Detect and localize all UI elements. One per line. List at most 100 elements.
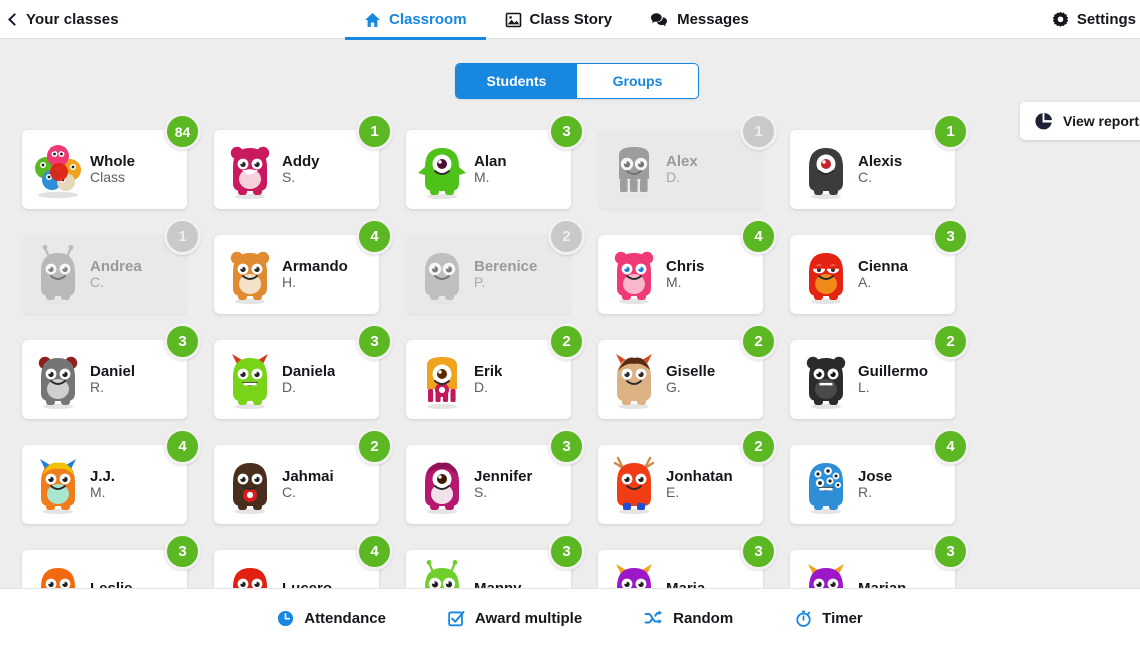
monster-grey-tall-icon	[604, 136, 664, 204]
nav-tabs: Classroom Class Story Messages	[345, 0, 768, 40]
points-badge[interactable]: 1	[164, 218, 201, 255]
points-badge[interactable]: 2	[740, 428, 777, 465]
monster-green-cyclops-icon	[412, 136, 472, 204]
student-last-initial: S.	[474, 484, 488, 501]
student-card[interactable]: Chris M.	[598, 235, 763, 314]
student-last-initial: S.	[282, 169, 296, 186]
student-first-name: Alan	[474, 153, 507, 170]
points-badge[interactable]: 84	[164, 113, 201, 150]
student-card[interactable]: Alexis C.	[790, 130, 955, 209]
whole-class-card[interactable]: Whole Class	[22, 130, 187, 209]
points-badge[interactable]: 2	[548, 323, 585, 360]
student-card-wrapper: Leslie 3	[22, 533, 214, 588]
student-card[interactable]: Addy S.	[214, 130, 379, 209]
settings-button[interactable]: Settings	[1033, 0, 1136, 39]
student-first-name: Maria	[666, 581, 705, 588]
random-button[interactable]: Random	[644, 610, 733, 627]
student-card[interactable]: Marian	[790, 550, 955, 588]
student-grid-scroll-area[interactable]: Whole Class 84 Addy S. 1 Alan M. 3 Alex D. 1 Alexis C…	[0, 101, 1140, 588]
points-badge[interactable]: 3	[548, 428, 585, 465]
student-last-initial: D.	[282, 379, 296, 396]
student-card-wrapper: Erik D. 2	[406, 323, 598, 428]
points-badge[interactable]: 4	[356, 218, 393, 255]
student-card[interactable]: Armando H.	[214, 235, 379, 314]
monster-tan-horns-icon	[604, 346, 664, 414]
points-badge[interactable]: 2	[740, 323, 777, 360]
tab-class-story[interactable]: Class Story	[486, 0, 632, 39]
student-card[interactable]: Daniela D.	[214, 340, 379, 419]
student-card[interactable]: Leslie	[22, 550, 187, 588]
student-card[interactable]: Jennifer S.	[406, 445, 571, 524]
student-card[interactable]: Guillermo L.	[790, 340, 955, 419]
student-last-initial: L.	[858, 379, 870, 396]
student-name: Alex D.	[666, 154, 698, 185]
student-card[interactable]: Maria	[598, 550, 763, 588]
points-badge[interactable]: 3	[932, 218, 969, 255]
points-badge[interactable]: 1	[932, 113, 969, 150]
points-badge[interactable]: 1	[740, 113, 777, 150]
segment-students[interactable]: Students	[456, 64, 577, 98]
student-card[interactable]: Cienna A.	[790, 235, 955, 314]
student-name: Jonhatan E.	[666, 469, 733, 500]
student-card-wrapper: Addy S. 1	[214, 113, 406, 218]
tab-classroom[interactable]: Classroom	[345, 0, 486, 40]
student-card-wrapper: Jonhatan E. 2	[598, 428, 790, 533]
points-badge[interactable]: 2	[932, 323, 969, 360]
points-badge[interactable]: 3	[740, 533, 777, 570]
tab-messages[interactable]: Messages	[631, 0, 768, 39]
student-last-initial: P.	[474, 274, 486, 291]
monster-pink-icon	[220, 136, 280, 204]
student-card[interactable]: Erik D.	[406, 340, 571, 419]
points-badge[interactable]: 3	[164, 533, 201, 570]
points-badge[interactable]: 3	[356, 323, 393, 360]
points-badge[interactable]: 2	[548, 218, 585, 255]
student-card[interactable]: J.J. M.	[22, 445, 187, 524]
student-card[interactable]: Lucero	[214, 550, 379, 588]
points-badge[interactable]: 1	[356, 113, 393, 150]
student-card[interactable]: Daniel R.	[22, 340, 187, 419]
monster-orange-tiger-icon	[220, 241, 280, 309]
tab-messages-label: Messages	[677, 11, 749, 28]
student-card-wrapper: Whole Class 84	[22, 113, 214, 218]
monster-pink-bear-icon	[604, 241, 664, 309]
monster-magenta-cyclops-icon	[412, 451, 472, 519]
monster-dark-cyclops-icon	[796, 136, 856, 204]
points-badge[interactable]: 2	[356, 428, 393, 465]
back-to-your-classes[interactable]: Your classes	[8, 11, 119, 28]
monster-grey-antenna-icon	[28, 241, 88, 309]
monster-black-bear-icon	[796, 346, 856, 414]
student-card-wrapper: Marian 3	[790, 533, 982, 588]
photo-icon	[505, 12, 522, 28]
students-groups-toggle: Students Groups	[455, 63, 699, 99]
student-card[interactable]: Jonhatan E.	[598, 445, 763, 524]
points-badge[interactable]: 3	[164, 323, 201, 360]
student-card[interactable]: Andrea C.	[22, 235, 187, 314]
points-badge[interactable]: 3	[548, 113, 585, 150]
student-card[interactable]: Alan M.	[406, 130, 571, 209]
student-card[interactable]: Jahmai C.	[214, 445, 379, 524]
student-card-wrapper: Berenice P. 2	[406, 218, 598, 323]
student-card[interactable]: Alex D.	[598, 130, 763, 209]
points-badge[interactable]: 4	[356, 533, 393, 570]
shuffle-icon	[644, 610, 663, 627]
student-card[interactable]: Berenice P.	[406, 235, 571, 314]
points-badge[interactable]: 3	[932, 533, 969, 570]
student-card-wrapper: Daniela D. 3	[214, 323, 406, 428]
timer-button[interactable]: Timer	[795, 610, 863, 627]
student-last-initial: C.	[858, 169, 872, 186]
student-card[interactable]: Jose R.	[790, 445, 955, 524]
student-name: Guillermo L.	[858, 364, 928, 395]
student-card[interactable]: Giselle G.	[598, 340, 763, 419]
points-badge[interactable]: 3	[548, 533, 585, 570]
student-card[interactable]: Manny	[406, 550, 571, 588]
student-name: Erik D.	[474, 364, 502, 395]
chat-icon	[650, 12, 669, 28]
points-badge[interactable]: 4	[932, 428, 969, 465]
award-multiple-button[interactable]: Award multiple	[448, 610, 582, 627]
attendance-button[interactable]: Attendance	[277, 610, 386, 627]
monster-purple-horns-icon	[604, 556, 664, 588]
points-badge[interactable]: 4	[164, 428, 201, 465]
points-badge[interactable]: 4	[740, 218, 777, 255]
student-card-wrapper: Giselle G. 2	[598, 323, 790, 428]
segment-groups[interactable]: Groups	[577, 64, 698, 98]
